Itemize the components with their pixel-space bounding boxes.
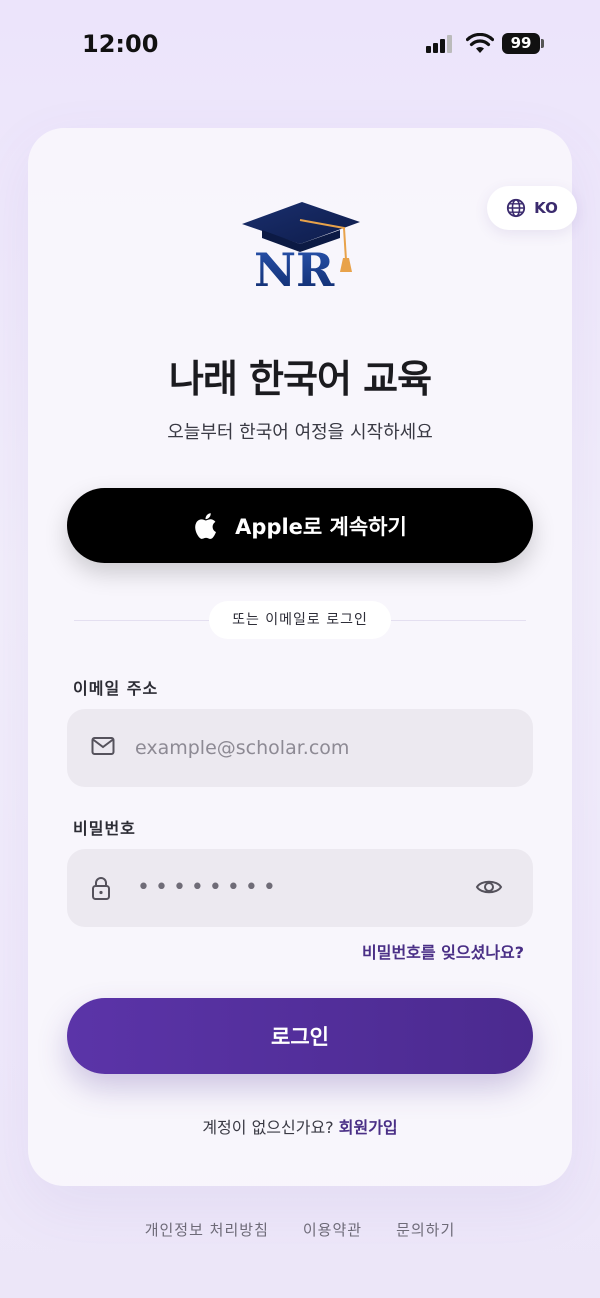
signup-row: 계정이 없으신가요? 회원가입 (0, 1114, 600, 1138)
divider-line-left (74, 620, 209, 621)
login-button[interactable]: 로그인 (67, 998, 533, 1074)
email-input[interactable] (135, 709, 465, 787)
contact-link[interactable]: 문의하기 (396, 1219, 455, 1240)
apple-signin-label: Apple로 계속하기 (235, 514, 407, 539)
signup-prompt: 계정이 없으신가요? (202, 1118, 334, 1137)
divider-label: 또는 이메일로 로그인 (209, 601, 391, 639)
divider-line-right (391, 620, 526, 621)
signup-link[interactable]: 회원가입 (339, 1118, 398, 1137)
svg-text:N: N (254, 243, 296, 290)
language-selector[interactable]: KO (487, 186, 577, 230)
password-masked-value: •••••••• (137, 875, 281, 900)
email-label: 이메일 주소 (73, 679, 159, 698)
email-field-container (67, 709, 533, 787)
apple-signin-button[interactable]: Apple로 계속하기 (67, 488, 533, 563)
password-label: 비밀번호 (73, 819, 136, 838)
forgot-password-link[interactable]: 비밀번호를 잊으셨나요? (362, 939, 524, 963)
cellular-signal-icon (426, 35, 456, 53)
page-subtitle: 오늘부터 한국어 여정을 시작하세요 (167, 422, 433, 443)
globe-icon (507, 198, 526, 218)
terms-link[interactable]: 이용약관 (303, 1219, 362, 1240)
page-title: 나래 한국어 교육 (168, 357, 432, 401)
footer-links: 개인정보 처리방침 이용약관 문의하기 (0, 1219, 600, 1240)
language-code: KO (534, 199, 558, 217)
login-button-label: 로그인 (271, 1025, 329, 1049)
status-bar: 12:00 99 (0, 0, 600, 90)
graduation-cap-logo: N R (242, 202, 360, 290)
privacy-policy-link[interactable]: 개인정보 처리방침 (145, 1219, 269, 1240)
battery-nub (541, 39, 544, 48)
eye-icon[interactable] (475, 875, 503, 899)
wifi-icon (466, 33, 494, 53)
status-time: 12:00 (82, 30, 159, 58)
svg-text:R: R (296, 243, 335, 290)
battery-icon: 99 (502, 33, 540, 54)
mail-icon (91, 737, 115, 755)
lock-icon (92, 877, 110, 900)
apple-icon (195, 512, 217, 539)
password-field[interactable]: •••••••• (67, 849, 533, 927)
